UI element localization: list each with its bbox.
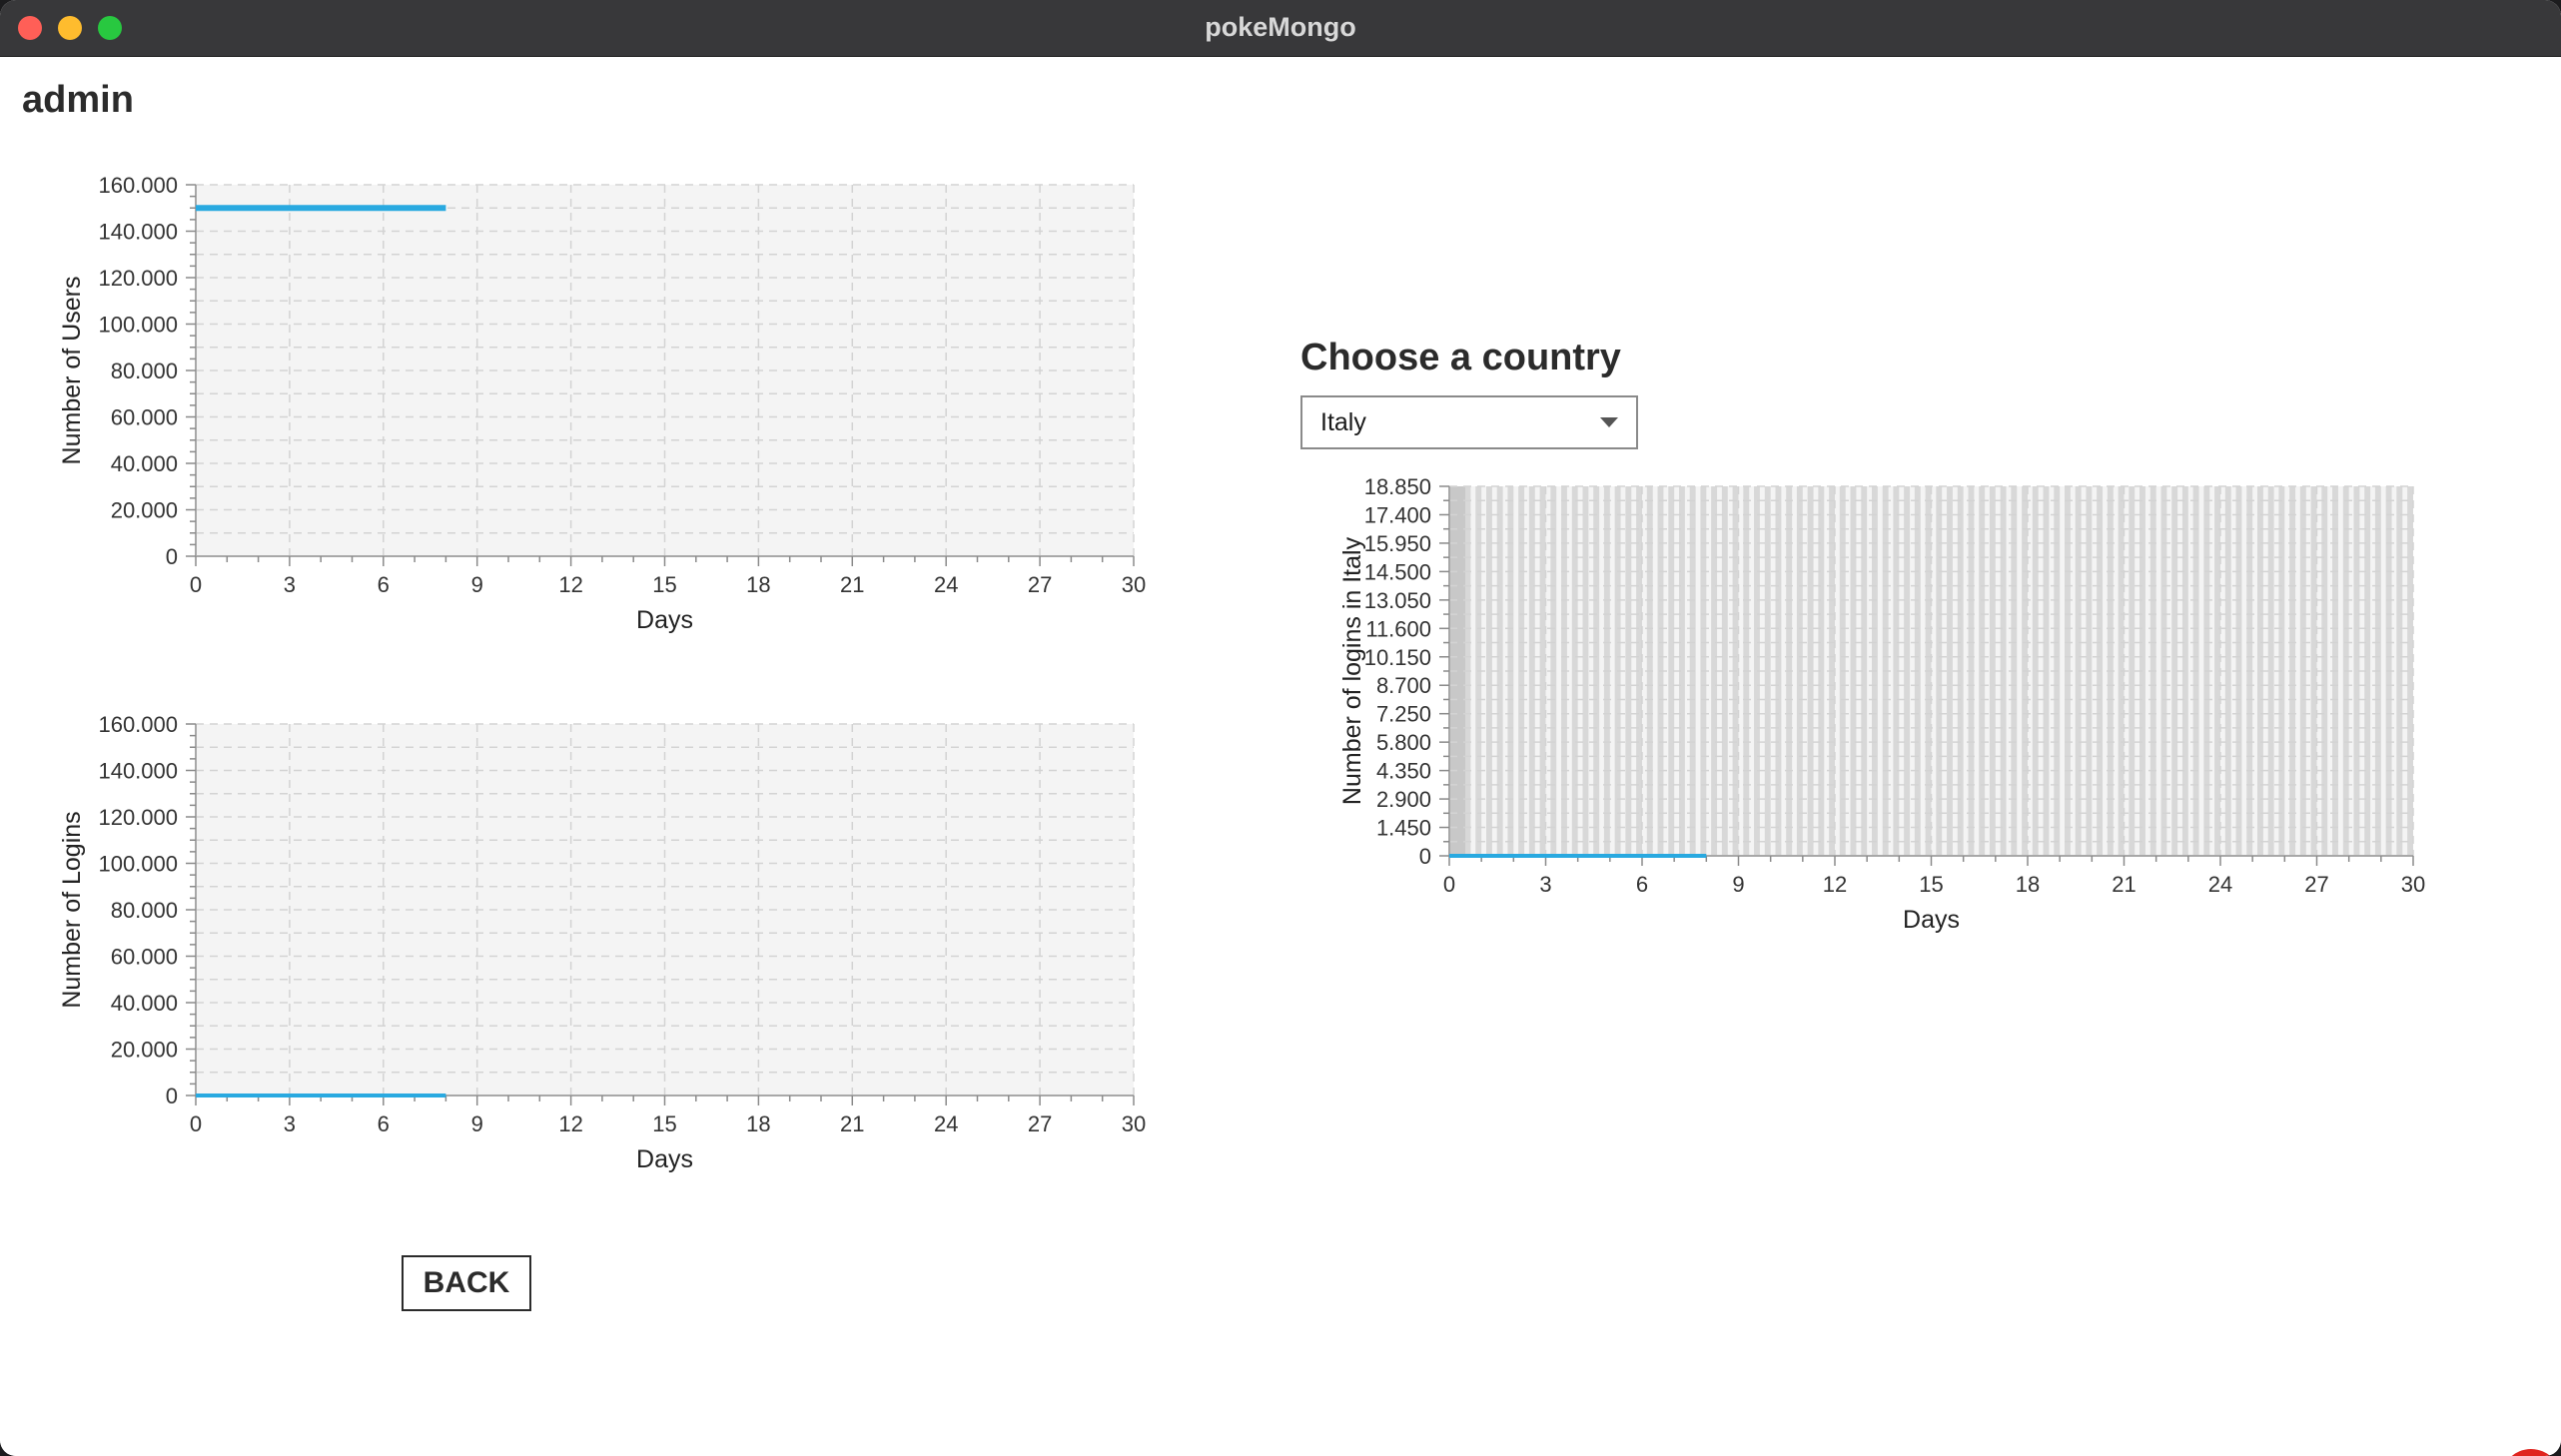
background-stripe [1625,486,1632,856]
background-stripe [1989,486,1996,856]
x-tick-label: 6 [1636,872,1648,897]
background-stripe [2086,486,2093,856]
x-tick-label: 30 [1122,1111,1146,1136]
back-button[interactable]: BACK [402,1255,531,1311]
x-tick-label: 18 [746,1111,770,1136]
y-tick-label: 10.150 [1364,645,1431,670]
background-stripe [1807,486,1814,856]
x-tick-label: 21 [840,1111,864,1136]
x-tick-label: 9 [1732,872,1744,897]
country-dropdown[interactable]: Italy [1300,395,1638,449]
chevron-down-icon [1600,417,1618,427]
x-tick-label: 15 [652,1111,676,1136]
y-tick-label: 20.000 [111,1038,178,1063]
background-stripe [1764,486,1771,856]
background-stripe [2129,486,2135,856]
x-tick-label: 27 [2304,872,2328,897]
country-dropdown-value: Italy [1320,408,1366,436]
y-axis-title: Number of logins in Italy [1338,536,1366,805]
x-tick-label: 15 [1919,872,1943,897]
background-stripe [2267,486,2274,856]
x-tick-label: 24 [934,1111,958,1136]
sound-button[interactable] [2501,1449,2561,1456]
x-tick-label: 21 [2112,872,2135,897]
x-tick-label: 6 [378,1111,390,1136]
app-window: pokeMongo admin 0 3 6 9 12 15 18 21 24 27 30 0 20.00… [0,0,2561,1456]
window-title: pokeMongo [1205,12,1356,42]
x-tick-label: 3 [284,1111,296,1136]
y-tick-label: 15.950 [1364,531,1431,556]
y-tick-label: 5.800 [1376,730,1431,755]
x-tick-label: 0 [1443,872,1455,897]
y-tick-label: 7.250 [1376,702,1431,727]
x-tick-label: 12 [1823,872,1847,897]
y-tick-label: 8.700 [1376,673,1431,698]
x-tick-label: 9 [471,1111,483,1136]
speaker-icon [2501,1449,2561,1456]
background-stripe [1947,486,1953,856]
main-content: admin 0 3 6 9 12 15 18 21 24 27 30 0 20.000 40.000 60.… [0,57,2561,1456]
x-tick-label: 18 [2016,872,2040,897]
country-logins-chart: 0 3 6 9 12 15 18 21 24 27 30 0 1.450 2.900 4.350 5.800 7… [1338,474,2425,934]
y-tick-label: 2.900 [1376,787,1431,812]
y-tick-label: 18.850 [1364,474,1431,499]
y-tick-label: 13.050 [1364,588,1431,613]
background-stripe [1904,486,1911,856]
x-tick-label: 27 [1028,1111,1052,1136]
y-tick-label: 40.000 [111,991,178,1016]
x-tick-label: 3 [1539,872,1551,897]
y-tick-label: 0 [166,1084,178,1108]
background-stripe [1582,486,1589,856]
x-axis-title: Days [636,1145,693,1173]
x-axis-title: Days [1903,906,1960,934]
x-tick-label: 30 [2401,872,2425,897]
background-stripe [2310,486,2317,856]
y-tick-label: 11.600 [1365,616,1431,641]
y-tick-label: 17.400 [1364,502,1431,527]
y-tick-label: 0 [1419,844,1431,869]
x-tick-label: 0 [190,1111,202,1136]
title-bar: pokeMongo [0,0,2561,57]
y-tick-label: 14.500 [1364,559,1431,584]
choose-country-label: Choose a country [1300,337,1621,378]
x-tick-label: 24 [2208,872,2232,897]
y-tick-label: 4.350 [1376,759,1431,784]
x-tick-label: 12 [558,1111,582,1136]
y-tick-label: 1.450 [1376,816,1431,841]
